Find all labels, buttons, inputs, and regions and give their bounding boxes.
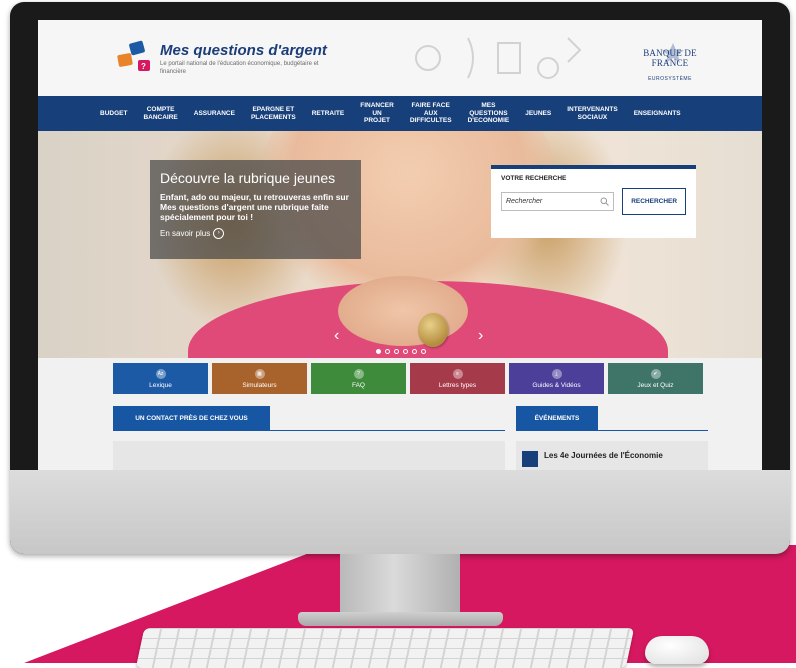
contact-panel: [113, 441, 505, 470]
carousel-next-icon[interactable]: ›: [478, 327, 483, 345]
quick-link-tile[interactable]: ? FAQ: [311, 363, 406, 394]
nav-item[interactable]: RETRAITE: [304, 96, 353, 131]
site-logo-icon[interactable]: ?: [116, 40, 160, 76]
quick-link-label: Lexique: [149, 381, 172, 389]
monitor-chin: [10, 470, 790, 554]
site-header: ? Mes questions d'argent Le portail nati…: [38, 20, 762, 96]
search-placeholder: Rechercher: [506, 198, 543, 205]
quick-link-label: Simulateurs: [242, 381, 277, 389]
search-label: VOTRE RECHERCHE: [501, 175, 567, 182]
events-divider: [598, 430, 708, 431]
nav-item[interactable]: EPARGNE ET PLACEMENTS: [243, 96, 304, 131]
events-panel: Les 4e Journées de l'Économie: [516, 441, 708, 470]
carousel-dot[interactable]: [376, 349, 381, 354]
nav-item[interactable]: ASSURANCE: [186, 96, 243, 131]
header-doodles-illustration: [415, 37, 582, 79]
calculator-icon: ▦: [254, 368, 265, 379]
quick-link-label: Lettres types: [438, 381, 477, 389]
hero-card: Découvre la rubrique jeunes Enfant, ado …: [150, 160, 361, 259]
search-icon: [600, 197, 610, 206]
quick-link-label: Guides & Vidéos: [532, 381, 581, 389]
monitor-stand: [340, 554, 460, 616]
event-date-chip: [522, 451, 538, 467]
nav-item[interactable]: MES QUESTIONS D'ECONOMIE: [460, 96, 518, 131]
events-section-tab[interactable]: ÉVÉNEMENTS: [516, 406, 598, 431]
nav-item[interactable]: COMPTE BANCAIRE: [135, 96, 185, 131]
arrow-circle-icon: ›: [213, 228, 225, 239]
keyboard: [135, 628, 635, 668]
carousel-prev-icon[interactable]: ‹: [334, 327, 339, 345]
quick-links-band: Az Lexique ▦ Simulateurs? FAQ ≡ Lettres types ⤓…: [38, 358, 762, 470]
hero-photo-coin: [418, 313, 448, 347]
hero-more-label: En savoir plus: [160, 229, 211, 238]
hero-more-link[interactable]: En savoir plus ›: [160, 228, 225, 239]
mouse: [645, 636, 709, 664]
search-input[interactable]: Rechercher: [501, 192, 615, 211]
carousel-dot[interactable]: [394, 349, 399, 354]
partner-logo[interactable]: BANQUE DE FRANCE EUROSYSTÈME: [624, 48, 716, 82]
monitor-stand-base: [298, 612, 503, 626]
site-title[interactable]: Mes questions d'argent: [160, 42, 327, 59]
nav-item[interactable]: INTERVENANTS SOCIAUX: [559, 96, 625, 131]
carousel-dot[interactable]: [385, 349, 390, 354]
partner-name: BANQUE DE FRANCE: [643, 48, 697, 68]
contact-section-tab[interactable]: UN CONTACT PRÈS DE CHEZ VOUS: [113, 406, 270, 431]
search-panel: VOTRE RECHERCHE Rechercher RECHERCHER: [491, 165, 696, 238]
quick-link-label: FAQ: [351, 381, 365, 389]
quick-links: Az Lexique ▦ Simulateurs? FAQ ≡ Lettres types ⤓…: [113, 363, 703, 394]
hero-text: Enfant, ado ou majeur, tu retrouveras en…: [160, 192, 349, 222]
nav-item[interactable]: JEUNES: [517, 96, 559, 131]
carousel-dot[interactable]: [412, 349, 417, 354]
hero-banner: Découvre la rubrique jeunes Enfant, ado …: [38, 131, 762, 358]
quick-link-tile[interactable]: Az Lexique: [113, 363, 208, 394]
check-icon: ✔: [650, 368, 661, 379]
quick-link-tile[interactable]: ≡ Lettres types: [410, 363, 505, 394]
contact-divider: [270, 430, 505, 431]
nav-item[interactable]: BUDGET: [92, 96, 135, 131]
event-title[interactable]: Les 4e Journées de l'Économie: [544, 451, 663, 460]
hero-title: Découvre la rubrique jeunes: [160, 170, 336, 186]
az-icon: Az: [155, 368, 166, 379]
carousel-dot[interactable]: [421, 349, 426, 354]
main-nav: BUDGET COMPTE BANCAIRE ASSURANCE EPARGNE ET…: [38, 96, 762, 131]
search-button[interactable]: RECHERCHER: [622, 188, 686, 215]
svg-text:?: ?: [141, 62, 146, 71]
nav-item[interactable]: FAIRE FACE AUX DIFFICULTES: [402, 96, 460, 131]
site-subtitle: Le portail national de l'éducation écono…: [160, 61, 319, 75]
quick-link-tile[interactable]: ⤓ Guides & Vidéos: [509, 363, 604, 394]
question-icon: ?: [353, 368, 364, 379]
document-icon: ≡: [452, 368, 463, 379]
carousel-dots: [376, 349, 426, 354]
hero-photo-hand: [338, 276, 468, 346]
browser-screen: ? Mes questions d'argent Le portail nati…: [38, 20, 762, 470]
nav-item[interactable]: ENSEIGNANTS: [626, 96, 689, 131]
quick-link-tile[interactable]: ✔ Jeux et Quiz: [608, 363, 703, 394]
quick-link-label: Jeux et Quiz: [637, 381, 674, 389]
quick-link-tile[interactable]: ▦ Simulateurs: [212, 363, 307, 394]
nav-item[interactable]: FINANCER UN PROJET: [352, 96, 402, 131]
download-icon: ⤓: [551, 368, 562, 379]
partner-subtitle: EUROSYSTÈME: [648, 76, 692, 82]
carousel-dot[interactable]: [403, 349, 408, 354]
